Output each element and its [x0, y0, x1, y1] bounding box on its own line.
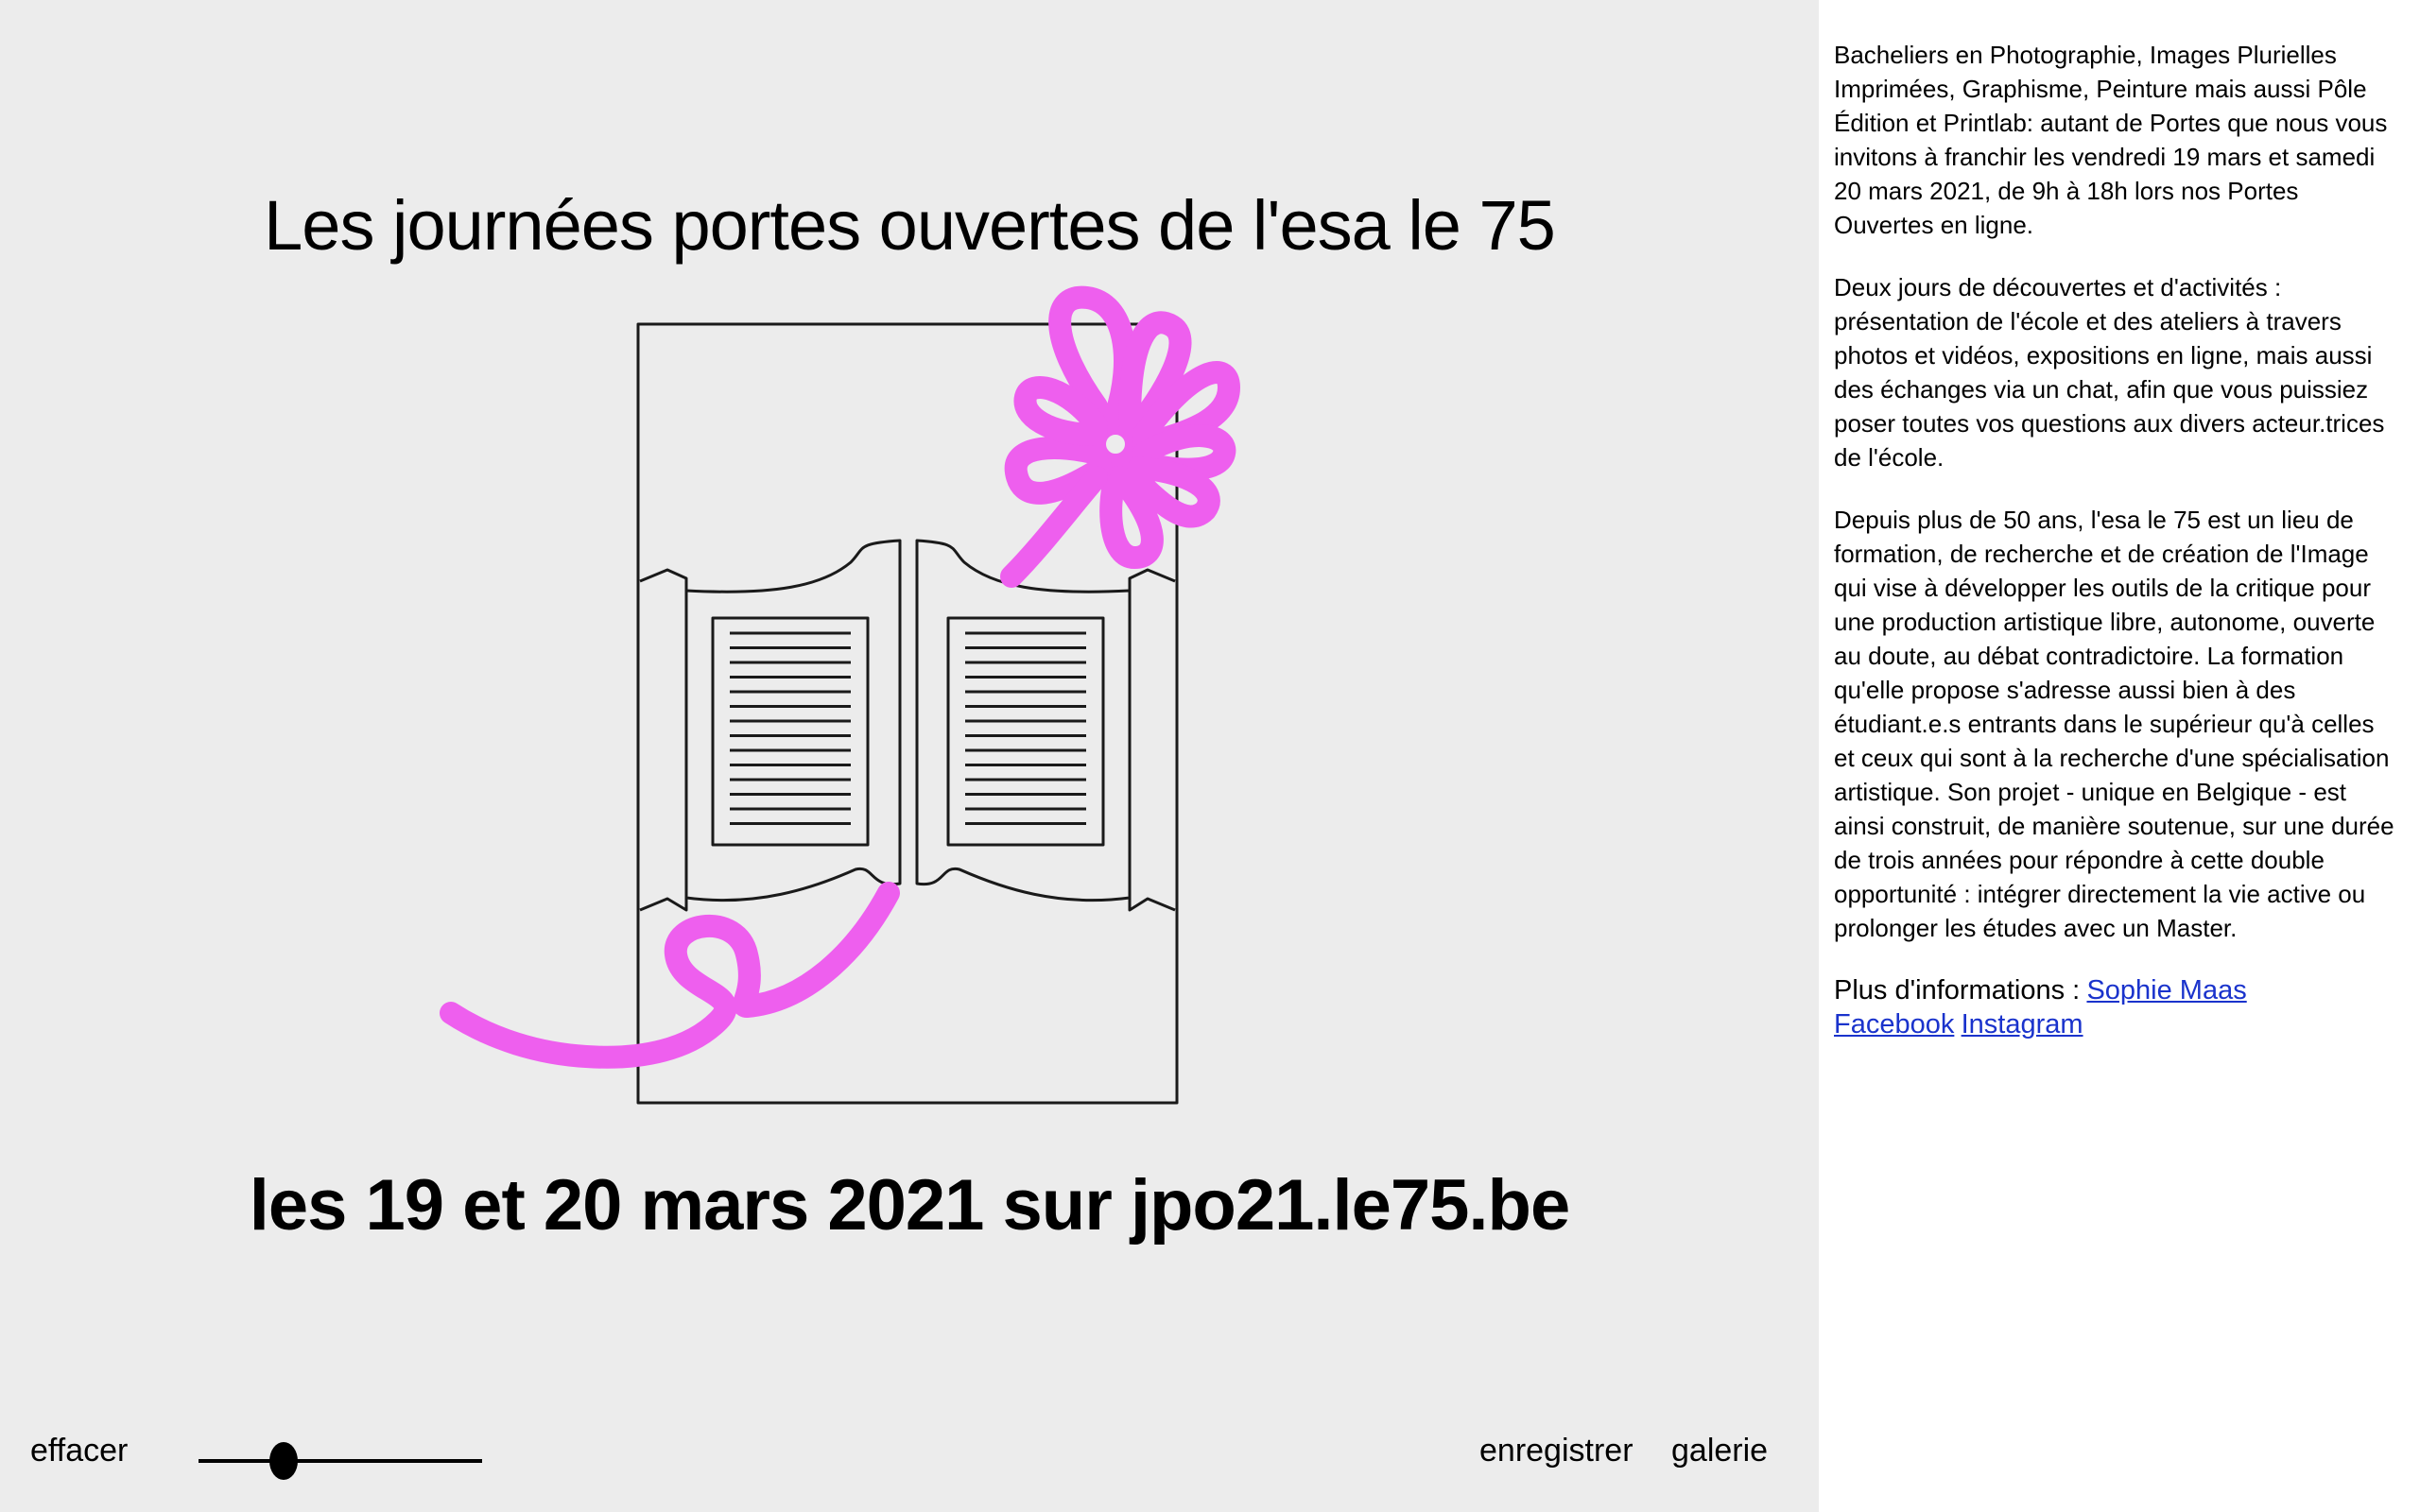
activities-paragraph: Deux jours de découvertes et d'activités…	[1834, 273, 2385, 472]
save-button[interactable]: enregistrer	[1479, 1433, 1634, 1469]
instagram-link[interactable]: Instagram	[1962, 1009, 2083, 1040]
info-text: Bacheliers en Photographie, Images Pluri…	[1834, 38, 2401, 1070]
right-post	[1128, 568, 1176, 912]
slider-track[interactable]	[199, 1459, 482, 1463]
page: Les journées portes ouvertes de l'esa le…	[0, 0, 2420, 1512]
more-info: Plus d'informations : Sophie Maas Facebo…	[1834, 973, 2401, 1041]
gallery-button[interactable]: galerie	[1671, 1433, 1768, 1469]
facebook-link[interactable]: Facebook	[1834, 1009, 1954, 1040]
left-door-window	[711, 616, 870, 847]
pink-flower-doodle[interactable]	[1000, 285, 1240, 588]
drawing-controls: effacer enregistrer galerie	[0, 1418, 1819, 1493]
contact-link[interactable]: Sophie Maas	[2086, 975, 2246, 1005]
info-sidebar: Bacheliers en Photographie, Images Pluri…	[1819, 0, 2420, 1512]
drawing-canvas[interactable]	[0, 0, 1819, 1512]
event-dates-url: les 19 et 20 mars 2021 sur jpo21.le75.be	[249, 1165, 1570, 1246]
left-window-lines	[730, 631, 851, 825]
right-door-window	[946, 616, 1105, 847]
left-post	[639, 568, 688, 912]
pink-squiggle-doodle[interactable]	[440, 882, 900, 1069]
slider-thumb[interactable]	[269, 1442, 298, 1480]
about-paragraph: Depuis plus de 50 ans, l'esa le 75 est u…	[1834, 506, 2394, 942]
clear-button[interactable]: effacer	[30, 1433, 128, 1469]
drawing-area[interactable]: Les journées portes ouvertes de l'esa le…	[0, 0, 1819, 1512]
right-window-lines	[965, 631, 1086, 825]
more-info-label: Plus d'informations :	[1834, 975, 2081, 1005]
intro-paragraph: Bacheliers en Photographie, Images Pluri…	[1834, 41, 2388, 239]
brush-size-slider[interactable]	[199, 1442, 482, 1480]
